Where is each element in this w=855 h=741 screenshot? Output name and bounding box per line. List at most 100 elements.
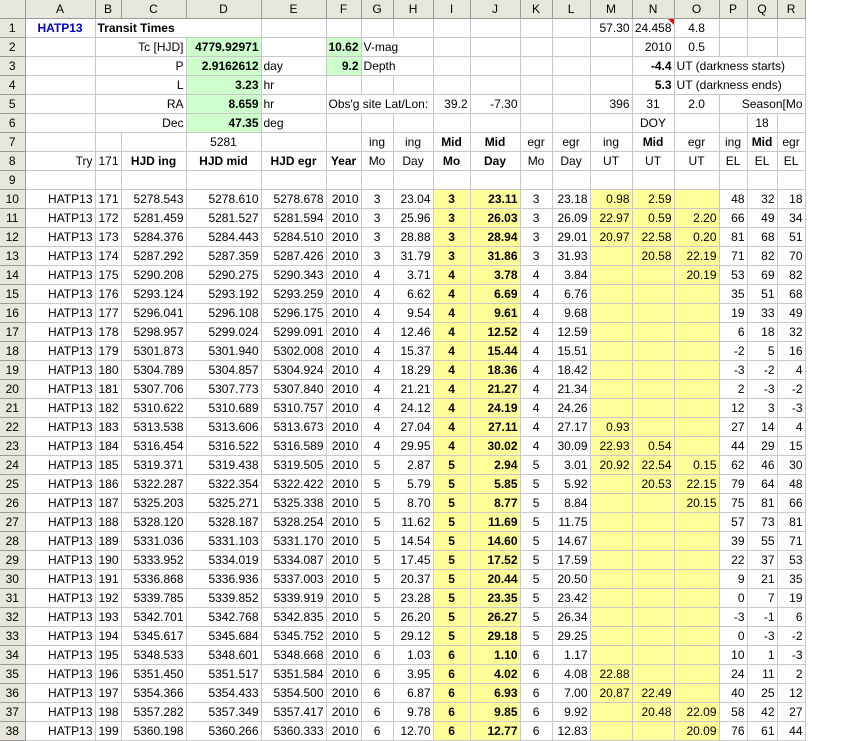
- ingress-elevation-cell[interactable]: 0: [719, 588, 748, 608]
- try-cell[interactable]: 190: [95, 550, 122, 570]
- hjd-egress-cell[interactable]: 5345.752: [261, 626, 327, 646]
- mid-elevation-cell[interactable]: 46: [747, 455, 778, 475]
- row-header[interactable]: 1: [0, 18, 26, 38]
- mid-day-cell[interactable]: 2.94: [470, 455, 521, 475]
- egress-ut-cell[interactable]: 0.15: [674, 455, 720, 475]
- year-cell[interactable]: 2010: [326, 721, 362, 741]
- egress-month-cell[interactable]: 5: [520, 474, 553, 494]
- ingress-elevation-cell[interactable]: 10: [719, 645, 748, 665]
- mid-month-cell[interactable]: 5: [433, 493, 471, 513]
- cell[interactable]: 4.8: [674, 18, 720, 38]
- mid-day-cell[interactable]: 28.94: [470, 227, 521, 247]
- egress-day-cell[interactable]: 9.68: [552, 303, 591, 323]
- row-header[interactable]: 5: [0, 94, 26, 114]
- star-cell[interactable]: HATP13: [25, 379, 96, 399]
- mid-day-cell[interactable]: 8.77: [470, 493, 521, 513]
- star-cell[interactable]: HATP13: [25, 322, 96, 342]
- egress-month-cell[interactable]: 5: [520, 626, 553, 646]
- row-header[interactable]: 14: [0, 265, 26, 285]
- cell[interactable]: [777, 170, 806, 190]
- ingress-month-cell[interactable]: 4: [361, 379, 394, 399]
- egress-month-cell[interactable]: 5: [520, 493, 553, 513]
- cell[interactable]: 18: [747, 113, 778, 133]
- hjd-mid-cell[interactable]: 5284.443: [186, 227, 262, 247]
- ingress-elevation-cell[interactable]: 9: [719, 569, 748, 589]
- cell[interactable]: [25, 75, 96, 95]
- ingress-ut-cell[interactable]: [590, 550, 633, 570]
- ingress-day-cell[interactable]: 23.28: [393, 588, 434, 608]
- header-cell[interactable]: Day: [393, 151, 434, 171]
- ingress-month-cell[interactable]: 4: [361, 284, 394, 304]
- ingress-month-cell[interactable]: 3: [361, 246, 394, 266]
- hjd-ingress-cell[interactable]: 5333.952: [121, 550, 187, 570]
- star-cell[interactable]: HATP13: [25, 569, 96, 589]
- hjd-mid-cell[interactable]: 5299.024: [186, 322, 262, 342]
- cell[interactable]: [393, 170, 434, 190]
- ingress-day-cell[interactable]: 12.46: [393, 322, 434, 342]
- mid-elevation-cell[interactable]: 21: [747, 569, 778, 589]
- mid-month-cell[interactable]: 5: [433, 607, 471, 627]
- egress-day-cell[interactable]: 1.17: [552, 645, 591, 665]
- cell[interactable]: [470, 56, 521, 76]
- hjd-egress-cell[interactable]: 5287.426: [261, 246, 327, 266]
- egress-ut-cell[interactable]: 22.19: [674, 246, 720, 266]
- year-cell[interactable]: 2010: [326, 569, 362, 589]
- ingress-month-cell[interactable]: 3: [361, 208, 394, 228]
- year-cell[interactable]: 2010: [326, 208, 362, 228]
- mid-day-cell[interactable]: 20.44: [470, 569, 521, 589]
- hjd-mid-cell[interactable]: 5348.601: [186, 645, 262, 665]
- row-header[interactable]: 16: [0, 303, 26, 323]
- mid-elevation-cell[interactable]: 7: [747, 588, 778, 608]
- hjd-ingress-cell[interactable]: 5348.533: [121, 645, 187, 665]
- cell[interactable]: [25, 113, 96, 133]
- row-header[interactable]: 32: [0, 607, 26, 627]
- year-cell[interactable]: 2010: [326, 284, 362, 304]
- cell[interactable]: [747, 37, 778, 57]
- cell[interactable]: [186, 170, 262, 190]
- cell[interactable]: [520, 75, 553, 95]
- egress-day-cell[interactable]: 18.42: [552, 360, 591, 380]
- try-cell[interactable]: 172: [95, 208, 122, 228]
- ingress-month-cell[interactable]: 4: [361, 436, 394, 456]
- header-cell[interactable]: HJD ing: [121, 151, 187, 171]
- mid-month-cell[interactable]: 5: [433, 550, 471, 570]
- header-cell[interactable]: EL: [719, 151, 748, 171]
- param-value-cell[interactable]: 2.9162612: [186, 56, 262, 76]
- mid-day-cell[interactable]: 26.03: [470, 208, 521, 228]
- header-cell[interactable]: ing: [590, 132, 633, 152]
- column-header-n[interactable]: N: [632, 0, 675, 19]
- mid-ut-cell[interactable]: [632, 626, 675, 646]
- try-cell[interactable]: 192: [95, 588, 122, 608]
- mid-month-cell[interactable]: 6: [433, 664, 471, 684]
- try-cell[interactable]: 173: [95, 227, 122, 247]
- try-cell[interactable]: 193: [95, 607, 122, 627]
- mid-day-cell[interactable]: 18.36: [470, 360, 521, 380]
- ingress-ut-cell[interactable]: [590, 588, 633, 608]
- column-header-q[interactable]: Q: [747, 0, 778, 19]
- egress-elevation-cell[interactable]: 35: [777, 569, 806, 589]
- try-cell[interactable]: 178: [95, 322, 122, 342]
- year-cell[interactable]: 2010: [326, 265, 362, 285]
- egress-elevation-cell[interactable]: 44: [777, 721, 806, 741]
- hjd-egress-cell[interactable]: 5334.087: [261, 550, 327, 570]
- egress-ut-cell[interactable]: [674, 189, 720, 209]
- hjd-egress-cell[interactable]: 5337.003: [261, 569, 327, 589]
- cell[interactable]: [433, 113, 471, 133]
- row-header[interactable]: 38: [0, 721, 26, 741]
- mid-elevation-cell[interactable]: 69: [747, 265, 778, 285]
- ingress-day-cell[interactable]: 25.96: [393, 208, 434, 228]
- egress-ut-cell[interactable]: [674, 303, 720, 323]
- hjd-mid-cell[interactable]: 5360.266: [186, 721, 262, 741]
- mid-elevation-cell[interactable]: 49: [747, 208, 778, 228]
- cell[interactable]: [777, 113, 806, 133]
- mid-ut-cell[interactable]: [632, 607, 675, 627]
- try-cell[interactable]: 189: [95, 531, 122, 551]
- hjd-ingress-cell[interactable]: 5342.701: [121, 607, 187, 627]
- mid-day-cell[interactable]: 12.52: [470, 322, 521, 342]
- ingress-month-cell[interactable]: 3: [361, 189, 394, 209]
- row-header[interactable]: 17: [0, 322, 26, 342]
- egress-ut-cell[interactable]: [674, 398, 720, 418]
- header-cell[interactable]: ing: [393, 132, 434, 152]
- cell[interactable]: 396: [590, 94, 633, 114]
- spreadsheet-grid[interactable]: A B C D E F G H I J K L M N O P Q R 1 HA…: [0, 0, 806, 741]
